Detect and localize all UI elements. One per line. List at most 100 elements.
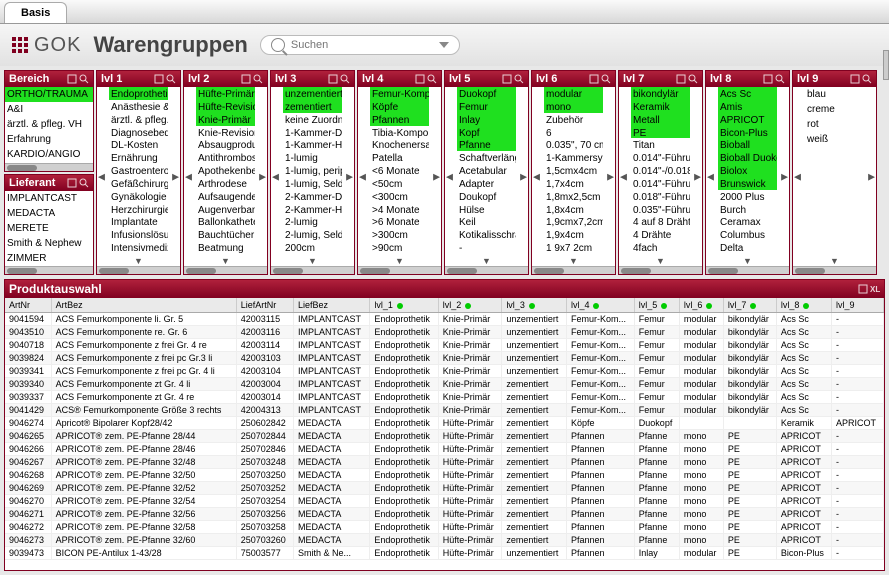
list-item[interactable]: >4 Monate	[370, 203, 429, 216]
list-item[interactable]: creme	[805, 102, 864, 117]
table-row[interactable]: 9039473BICON PE-Antilux 1-43/2875003577S…	[5, 547, 884, 560]
expand-icon[interactable]	[850, 74, 860, 84]
list-item[interactable]: 1,8mx2,5cm	[544, 190, 603, 203]
list-item[interactable]: A&I	[5, 102, 93, 117]
list-item[interactable]: Acs Sc	[718, 87, 777, 100]
list-item[interactable]: modular	[544, 87, 603, 100]
list-item[interactable]: Ernährung	[109, 151, 168, 164]
list-item[interactable]: 0.014"-Führun	[631, 151, 690, 164]
list-item[interactable]: >90cm	[370, 241, 429, 254]
list-item[interactable]: Gefäßchirurgie	[109, 177, 168, 190]
expand-icon[interactable]	[676, 74, 686, 84]
list-item[interactable]: Pfannen	[370, 113, 429, 126]
arrow-right-icon[interactable]: ▶	[259, 171, 266, 182]
table-row[interactable]: 9039337ACS Femurkomponente zt Gr. 4 re42…	[5, 391, 884, 404]
list-item[interactable]: MEDACTA	[5, 206, 93, 221]
list-item[interactable]: 1-lumig, Seldin	[283, 177, 342, 190]
arrow-down-icon[interactable]: ▼	[482, 256, 491, 266]
arrow-down-icon[interactable]: ▼	[134, 256, 143, 266]
tab-basis[interactable]: Basis	[4, 2, 67, 23]
table-row[interactable]: 9039824ACS Femurkomponente z frei pc Gr.…	[5, 352, 884, 365]
hscroll[interactable]	[619, 266, 702, 274]
list-item[interactable]: Bioball Duokop	[718, 151, 777, 164]
expand-icon[interactable]	[763, 74, 773, 84]
list-item[interactable]: Endoprothetik	[109, 87, 168, 100]
arrow-right-icon[interactable]: ▶	[694, 171, 701, 182]
col-header[interactable]: lvl_8	[776, 298, 831, 313]
list-item[interactable]: Bauchtücher	[196, 228, 255, 241]
expand-icon[interactable]	[589, 74, 599, 84]
arrow-left-icon[interactable]: ◀	[707, 171, 714, 182]
list-item[interactable]: Hüfte-Revision	[196, 100, 255, 113]
arrow-left-icon[interactable]: ◀	[185, 171, 192, 182]
table-row[interactable]: 9040718ACS Femurkomponente z frei Gr. 4 …	[5, 339, 884, 352]
list-item[interactable]: Infusionslösun	[109, 228, 168, 241]
list-item[interactable]: 2-lumig	[283, 215, 342, 228]
list-item[interactable]: 6	[544, 126, 603, 139]
list-item[interactable]: 2-Kammer-Her	[283, 203, 342, 216]
chevron-down-icon[interactable]	[439, 42, 449, 48]
table-row[interactable]: 9046273APRICOT® zem. PE-Pfanne 32/602507…	[5, 534, 884, 547]
list-item[interactable]: Doukopf	[457, 190, 516, 203]
list-item[interactable]: Burch	[718, 203, 777, 216]
list-item[interactable]: Apothekenbed	[196, 164, 255, 177]
arrow-left-icon[interactable]: ◀	[272, 171, 279, 182]
list-item[interactable]: Brunswick	[718, 177, 777, 190]
search-small-icon[interactable]	[340, 74, 350, 84]
list-item[interactable]: Metall	[631, 113, 690, 126]
list-item[interactable]: 1-Kammer-Def	[283, 126, 342, 139]
table-row[interactable]: 9046274Apricot® Bipolarer Kopf28/4225060…	[5, 417, 884, 430]
list-item[interactable]: <50cm	[370, 177, 429, 190]
list-item[interactable]: 0.035", 70 cm	[544, 138, 603, 151]
arrow-right-icon[interactable]: ▶	[868, 171, 875, 182]
list-item[interactable]: Gynäkologie	[109, 190, 168, 203]
expand-icon[interactable]	[67, 178, 77, 188]
list-item[interactable]: Beatmung	[196, 241, 255, 254]
list-item[interactable]: Schaftverlänge	[457, 151, 516, 164]
list-item[interactable]: 0.035"-Führun	[631, 203, 690, 216]
list-item[interactable]: Aufsaugender I	[196, 190, 255, 203]
list-item[interactable]: 200cm	[283, 241, 342, 254]
col-header[interactable]: ArtNr	[5, 298, 51, 313]
list-item[interactable]: Ballonkatheter	[196, 215, 255, 228]
table-row[interactable]: 9046266APRICOT® zem. PE-Pfanne 28/462507…	[5, 443, 884, 456]
table-row[interactable]: 9046272APRICOT® zem. PE-Pfanne 32/582507…	[5, 521, 884, 534]
list-item[interactable]: Antithrombose	[196, 151, 255, 164]
search-small-icon[interactable]	[79, 74, 89, 84]
table-row[interactable]: 9041594ACS Femurkomponente li. Gr. 54200…	[5, 313, 884, 326]
arrow-left-icon[interactable]: ◀	[359, 171, 366, 182]
list-item[interactable]: ZIMMER	[5, 251, 93, 266]
arrow-right-icon[interactable]: ▶	[607, 171, 614, 182]
col-header[interactable]: lvl_3	[502, 298, 567, 313]
hscroll[interactable]	[97, 266, 180, 274]
list-item[interactable]: 1,8x4cm	[544, 203, 603, 216]
list-item[interactable]: 2000 Plus	[718, 190, 777, 203]
col-header[interactable]: LiefArtNr	[236, 298, 293, 313]
list-item[interactable]: ärztl. & pfleg. VH	[5, 117, 93, 132]
list-item[interactable]: Hüfte-Primär	[196, 87, 255, 100]
search-box[interactable]	[260, 35, 460, 55]
list-item[interactable]: Ceramax	[718, 215, 777, 228]
list-item[interactable]: 1 9x7 2cm	[544, 241, 603, 254]
arrow-left-icon[interactable]: ◀	[620, 171, 627, 182]
list-item[interactable]: 4fach	[631, 241, 690, 254]
list-item[interactable]: ORTHO/TRAUMA	[5, 87, 93, 102]
list-item[interactable]: blau	[805, 87, 864, 102]
hscroll[interactable]	[358, 266, 441, 274]
list-item[interactable]: zementiert	[283, 100, 342, 113]
arrow-right-icon[interactable]: ▶	[346, 171, 353, 182]
hscroll[interactable]	[532, 266, 615, 274]
list-item[interactable]: unzementiert	[283, 87, 342, 100]
list-item[interactable]: Duokopf	[457, 87, 516, 100]
expand-icon[interactable]	[502, 74, 512, 84]
list-item[interactable]: Bicon-Plus	[718, 126, 777, 139]
arrow-left-icon[interactable]: ◀	[533, 171, 540, 182]
expand-icon[interactable]	[67, 74, 77, 84]
list-item[interactable]: Biolox	[718, 164, 777, 177]
list-item[interactable]: APRICOT	[718, 113, 777, 126]
arrow-right-icon[interactable]: ▶	[172, 171, 179, 182]
list-item[interactable]: Femur-Kompon	[370, 87, 429, 100]
search-small-icon[interactable]	[253, 74, 263, 84]
arrow-right-icon[interactable]: ▶	[433, 171, 440, 182]
col-header[interactable]: lvl_9	[831, 298, 883, 313]
